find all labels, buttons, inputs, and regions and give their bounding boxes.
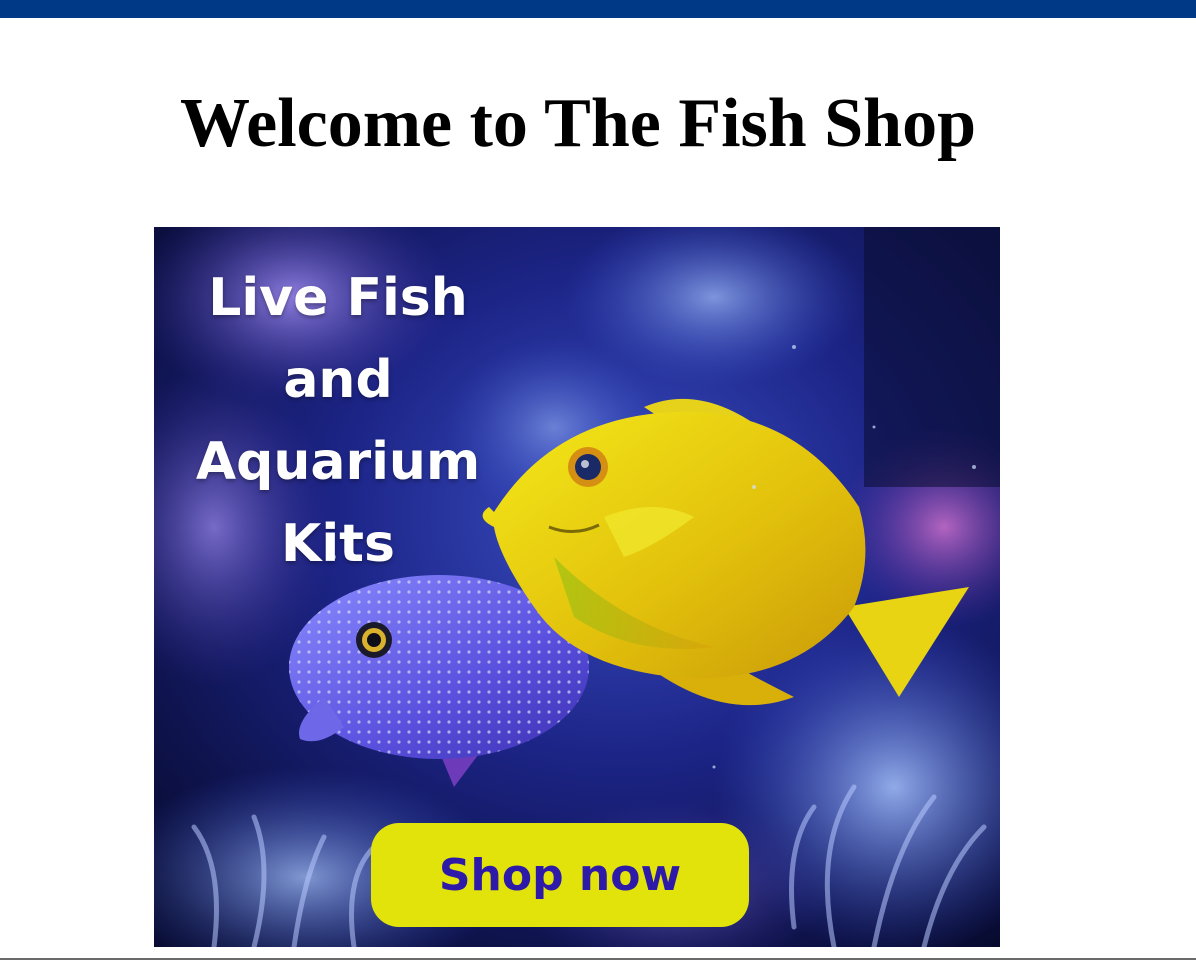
shop-now-button[interactable]: Shop now	[371, 823, 749, 927]
hero-heading: Live Fish and Aquarium Kits	[195, 268, 481, 574]
hero-banner: Live Fish and Aquarium Kits Shop now	[154, 227, 1000, 947]
page-title: Welcome to The Fish Shop	[179, 85, 976, 162]
top-nav-bar	[0, 0, 1196, 18]
